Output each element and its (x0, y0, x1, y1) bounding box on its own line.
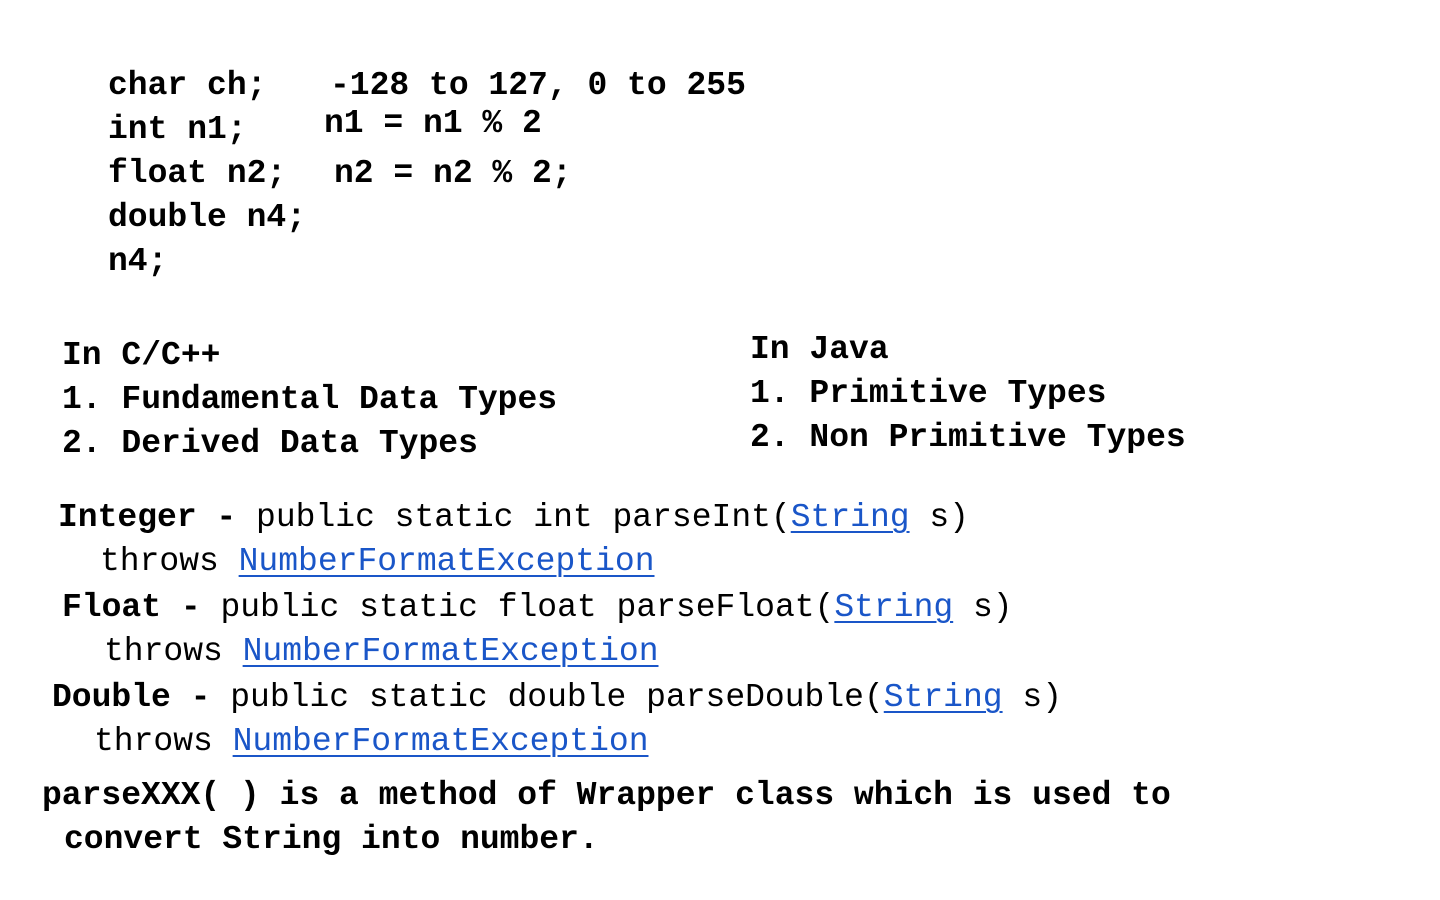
number-format-exception-link[interactable]: NumberFormatException (233, 723, 649, 760)
cpp-item-derived: 2. Derived Data Types (62, 425, 478, 462)
java-heading: In Java (750, 331, 889, 368)
cpp-item-fundamental: 1. Fundamental Data Types (62, 381, 558, 418)
code-float-expr: n2 = n2 % 2; (334, 155, 572, 192)
method-param: s) (1002, 679, 1063, 716)
method-signature: public static float parseFloat( (220, 589, 835, 626)
code-char-decl: char ch; (108, 67, 267, 104)
throws-keyword: throws (100, 543, 239, 580)
method-separator: - (170, 679, 231, 716)
method-integer: Integer - public static int parseInt(Str… (58, 498, 969, 538)
number-format-exception-link[interactable]: NumberFormatException (239, 543, 655, 580)
cpp-heading: In C/C++ (62, 337, 221, 374)
number-format-exception-link[interactable]: NumberFormatException (243, 633, 659, 670)
java-item-non-primitive: 2. Non Primitive Types (750, 419, 1186, 456)
method-class-name: Float (62, 589, 162, 626)
method-separator: - (196, 499, 257, 536)
java-item-primitive: 1. Primitive Types (750, 375, 1107, 412)
code-char-range: -128 to 127, 0 to 255 (330, 67, 746, 104)
code-double-decl: double n4; (108, 199, 307, 236)
code-int-decl: int n1; (108, 111, 247, 148)
summary-line-1: parseXXX( ) is a method of Wrapper class… (42, 777, 1171, 814)
string-type-link[interactable]: String (834, 589, 953, 626)
throws-keyword: throws (104, 633, 243, 670)
string-type-link[interactable]: String (791, 499, 910, 536)
string-type-link[interactable]: String (884, 679, 1003, 716)
method-float: Float - public static float parseFloat(S… (62, 588, 1013, 628)
code-int-expr: n1 = n1 % 2 (324, 105, 542, 142)
method-integer-throws: throws NumberFormatException (100, 542, 655, 582)
method-signature: public static int parseInt( (256, 499, 791, 536)
method-signature: public static double parseDouble( (230, 679, 884, 716)
method-double-throws: throws NumberFormatException (94, 722, 649, 762)
method-class-name: Integer (58, 499, 197, 536)
throws-keyword: throws (94, 723, 233, 760)
method-param: s) (953, 589, 1013, 626)
method-float-throws: throws NumberFormatException (104, 632, 659, 672)
code-n4-stmt: n4; (108, 243, 168, 280)
method-class-name: Double (52, 679, 171, 716)
method-param: s) (909, 499, 969, 536)
method-double: Double - public static double parseDoubl… (52, 678, 1062, 718)
method-separator: - (161, 589, 221, 626)
code-float-decl: float n2; (108, 155, 287, 192)
summary-line-2: convert String into number. (64, 821, 599, 858)
